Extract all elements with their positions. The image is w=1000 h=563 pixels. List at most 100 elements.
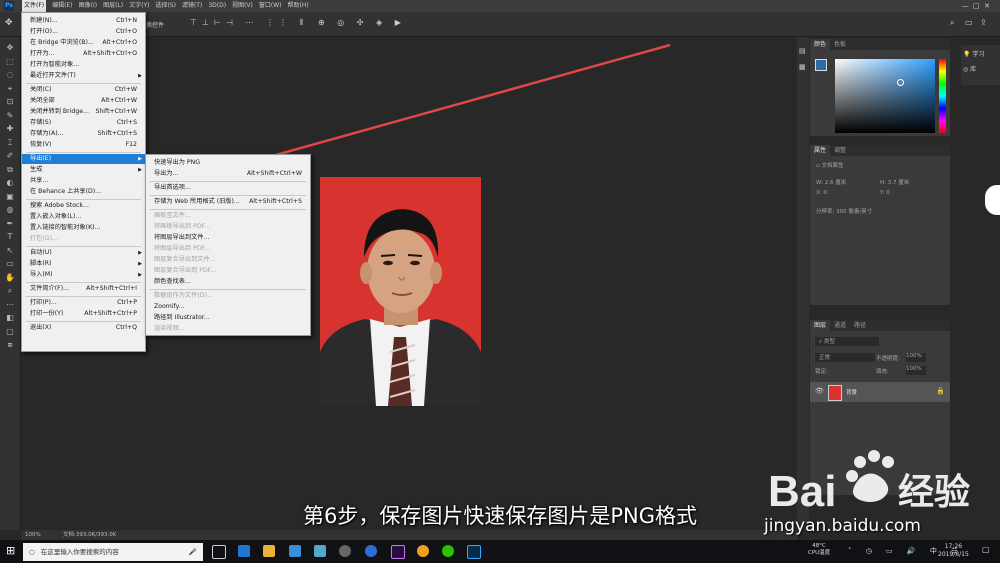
menu-item-shortcut: Alt+Shift+Ctrl+P [84,310,137,317]
learn-item[interactable]: 💡 学习 [961,45,1000,62]
tab-channels[interactable]: 通道 [830,322,850,329]
watermark-url: jingyan.baidu.com [764,516,921,536]
notification-icon[interactable]: ▢ [982,545,990,554]
tab-swatches[interactable]: 色板 [830,41,850,48]
tab-color[interactable]: 颜色 [810,39,831,50]
menu-item: 将图层导出到 PDF... [146,244,310,254]
zoom-level[interactable]: 100% [25,530,41,540]
color-picker-handle[interactable] [897,79,904,86]
menu-item[interactable]: 打开(O)... Ctrl+O [22,27,145,37]
layer-filter-select[interactable]: ⌕ 类型 [815,337,879,346]
app-icon-orange[interactable] [417,545,429,557]
menu-item-shortcut: Alt+Shift+Ctrl+I [86,285,137,292]
app-icon-feather[interactable] [314,545,326,557]
properties-icon[interactable]: ▦ [799,63,806,71]
menu-item[interactable]: 在 Behance 上共享(D)... [22,187,145,197]
menu-separator [150,195,306,196]
history-icon[interactable]: ▤ [799,47,806,55]
menu-item[interactable]: 打印一份(Y) Alt+Shift+Ctrl+P [22,309,145,319]
menu-item[interactable]: 存储为 Web 所用格式 (旧版)... Alt+Shift+Ctrl+S [146,197,310,207]
windows-start-icon[interactable]: ⊞ [6,545,18,557]
app-icon-sogou[interactable] [365,545,377,557]
color-panel-tabs: 颜色 色板 [810,39,950,50]
menu-item[interactable]: 生成 ▶ [22,165,145,175]
tab-paths[interactable]: 路径 [850,322,870,329]
doc-size: 文档:393.0K/393.0K [63,532,117,538]
blend-mode-select[interactable]: 正常 [815,353,875,362]
tab-layers[interactable]: 图层 [810,320,831,331]
premiere-icon[interactable] [391,545,405,559]
opacity-input[interactable]: 100% [906,353,926,362]
menu-item-shortcut: Shift+Ctrl+S [97,130,137,137]
menu-item[interactable]: 颜色查找表... [146,277,310,287]
menu-item[interactable]: 自动(U) ▶ [22,248,145,258]
menu-item[interactable]: 最近打开文件(T) ▶ [22,71,145,81]
menu-item[interactable]: 路径到 Illustrator... [146,313,310,323]
menu-item[interactable]: 关闭全部 Alt+Ctrl+W [22,96,145,106]
document-properties-title: ▫ 文档属性 [816,161,844,169]
file-menu: 新建(N)... Ctrl+N 打开(O)... Ctrl+O 在 Bridge 中浏览… [21,12,146,352]
h-value[interactable]: 3.7 厘米 [888,180,910,186]
menu-item-shortcut: Ctrl+S [116,119,137,126]
menu-item[interactable]: 打开为... Alt+Shift+Ctrl+O [22,49,145,59]
menu-item[interactable]: 新建(N)... Ctrl+N [22,16,145,26]
menu-item[interactable]: 将图层导出到文件... [146,233,310,243]
w-value[interactable]: 2.6 厘米 [825,180,847,186]
menu-item[interactable]: 导出首选项... [146,183,310,193]
tab-properties[interactable]: 属性 [810,145,831,156]
menu-item-label: 文件简介(F)... [30,285,70,292]
photoshop-taskbar-icon[interactable] [467,545,481,559]
menu-item-shortcut: Alt+Shift+Ctrl+W [246,170,302,177]
clock-date: 2019/8/15 [938,551,969,558]
menu-item-shortcut: Shift+Ctrl+W [95,108,137,115]
library-item[interactable]: ◎ 库 [961,62,1000,75]
menu-item[interactable]: 存储(S) Ctrl+S [22,118,145,128]
menu-item[interactable]: 置入嵌入对象(L)... [22,212,145,222]
taskbar-search[interactable]: ○ 在这里输入你要搜索的内容 🎤 [23,543,203,561]
foreground-color-swatch[interactable] [815,59,827,71]
microphone-icon[interactable]: 🎤 [189,543,197,561]
app-icon-camera[interactable] [339,545,351,557]
menu-item-label: 渲染视频... [154,325,185,332]
task-view-icon[interactable] [212,545,226,559]
menu-item[interactable]: 搜索 Adobe Stock... [22,201,145,211]
menu-item[interactable]: 退出(X) Ctrl+Q [22,323,145,333]
hue-slider[interactable] [939,59,946,133]
menu-item[interactable]: 导出为... Alt+Shift+Ctrl+W [146,169,310,179]
menu-item[interactable]: 打开为智能对象... [22,60,145,70]
y-label: Y: [880,190,885,196]
wechat-icon[interactable] [442,545,454,557]
file-explorer-icon[interactable] [263,545,275,557]
x-value[interactable]: 0 [823,190,827,196]
fill-input[interactable]: 100% [906,366,926,375]
menu-item[interactable]: 打印(P)... Ctrl+P [22,298,145,308]
menu-item[interactable]: 导出(E) ▶ [22,154,145,164]
menu-item-shortcut: Alt+Shift+Ctrl+O [83,50,137,57]
layers-panel-tabs: 图层 通道 路径 [810,320,950,331]
menu-item[interactable]: 恢复(V) F12 [22,140,145,150]
menu-item[interactable]: 在 Bridge 中浏览(B)... Alt+Ctrl+O [22,38,145,48]
menu-item-label: 将图层导出到文件... [154,234,210,241]
color-field[interactable] [835,59,935,133]
menu-item[interactable]: 关闭(C) Ctrl+W [22,85,145,95]
eye-icon[interactable]: 👁 [815,387,824,395]
y-value[interactable]: 0 [886,190,890,196]
layer-row-background[interactable]: 👁 背景 🔒 [810,382,950,402]
menu-item[interactable]: 共享... [22,176,145,186]
menu-item[interactable]: 快速导出为 PNG [146,158,310,168]
menu-item[interactable]: 脚本(R) ▶ [22,259,145,269]
menu-item[interactable]: 关闭并转到 Bridge... Shift+Ctrl+W [22,107,145,117]
clock[interactable]: 17:26 2019/8/15 [938,543,969,559]
tab-adjustments[interactable]: 调整 [830,147,850,154]
menu-item-label: Zoomify... [154,303,185,310]
menu-item[interactable]: 存储为(A)... Shift+Ctrl+S [22,129,145,139]
menu-item[interactable]: 文件简介(F)... Alt+Shift+Ctrl+I [22,284,145,294]
menu-item[interactable]: 置入链接的智能对象(K)... [22,223,145,233]
lock-icon: 🔒 [936,387,945,395]
edge-icon[interactable] [238,545,250,557]
side-floating-button[interactable] [985,185,1000,215]
menu-item[interactable]: 导入(M) ▶ [22,270,145,280]
app-icon-bird[interactable] [289,545,301,557]
baidu-jingyan-logo: Bai 经验 [768,450,970,516]
menu-item[interactable]: Zoomify... [146,302,310,312]
